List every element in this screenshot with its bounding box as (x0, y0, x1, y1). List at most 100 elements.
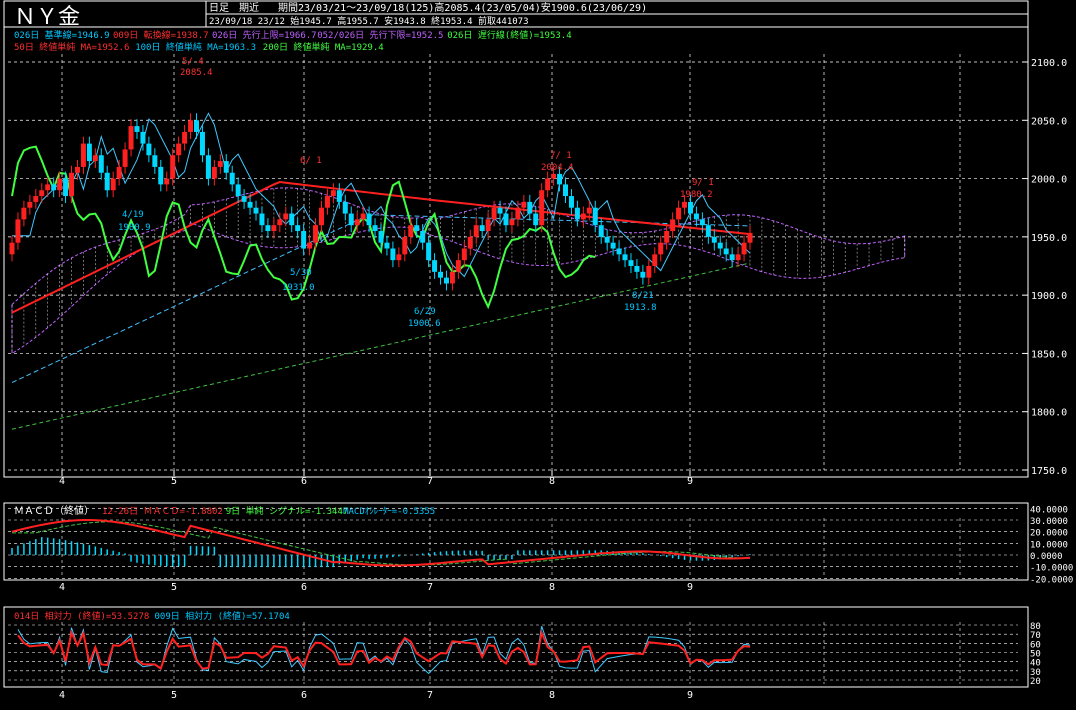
candle-body (283, 213, 289, 220)
candle-body (324, 196, 330, 208)
rsi-axis-label: 20 (1030, 677, 1041, 687)
candle-body (396, 254, 402, 261)
price-label: 1850.0 (1031, 349, 1067, 360)
candle-body (747, 232, 753, 243)
candle-body (515, 207, 521, 220)
candle (426, 235, 432, 268)
candle (301, 224, 307, 256)
candle-body (467, 236, 473, 249)
candle-body (45, 184, 51, 191)
candle-body (223, 161, 229, 173)
price-annotation: 8/21 (632, 291, 654, 301)
candle-body (616, 248, 622, 255)
candle (574, 200, 580, 227)
candle (580, 206, 586, 227)
month-label: 7 (427, 582, 433, 593)
candle (467, 229, 473, 256)
month-label: 9 (687, 476, 693, 487)
price-annotation: 2004.4 (541, 163, 574, 173)
legend-item: 026日 基準線=1946.9 (14, 29, 110, 41)
price-axis: 2100.0 2050.0 2000.0 1950.0 1900.0 1850.0 1800… (1022, 58, 1067, 477)
month-label: 4 (59, 582, 65, 593)
candle (664, 224, 670, 250)
price-annotation: 1980.9 (118, 223, 151, 233)
macd-axis-label: 0.0000 (1030, 552, 1063, 562)
price-annotation: 5/30 (290, 268, 312, 278)
candle (176, 136, 182, 163)
candle-body (723, 248, 729, 255)
rsi-grid (8, 622, 1018, 684)
candle (235, 177, 241, 204)
candle-body (69, 172, 75, 197)
candle-body (21, 207, 27, 220)
candle-body (152, 155, 158, 167)
candle-body (634, 266, 640, 272)
candle-body (229, 172, 235, 185)
candle (384, 235, 390, 256)
candle (461, 241, 467, 268)
candle (205, 148, 211, 186)
candle (223, 154, 229, 180)
macd-grid (8, 508, 1018, 579)
candle-body (384, 242, 390, 249)
candle-body (741, 242, 747, 255)
candle-body (318, 207, 324, 226)
candle-body (15, 219, 21, 243)
candle-body (354, 219, 360, 226)
price-annotation: 7/ 1 (550, 151, 572, 161)
candle-body (194, 120, 199, 132)
candle-body (610, 242, 616, 249)
candle-body (545, 178, 551, 191)
candle-body (360, 213, 366, 220)
candle-body (247, 201, 253, 208)
candle-body (342, 201, 348, 214)
macd-axis-label: -20.0000 (1030, 575, 1073, 585)
legend-item: 026日 遅行線(終値)=1953.4 (447, 29, 571, 41)
month-label: 4 (59, 690, 65, 701)
month-label: 6 (301, 476, 307, 487)
candle-body (80, 143, 86, 167)
macd-lines (11, 519, 751, 567)
candle-body (598, 225, 604, 237)
candle-body (640, 271, 646, 278)
candle-body (586, 207, 592, 214)
candle-body (140, 131, 146, 144)
candle-body (461, 248, 467, 261)
legend-item: MACDｵｼﾚｰﾀｰ=-0.5355 (343, 506, 435, 517)
month-label: 5 (171, 582, 177, 593)
macd-axis-label: 30.0000 (1030, 517, 1068, 527)
month-label: 6 (301, 582, 307, 593)
candle-body (176, 143, 182, 156)
candle (735, 247, 741, 268)
candle-body (390, 248, 396, 261)
candle (116, 159, 122, 186)
candle (670, 212, 676, 239)
candle-body (551, 173, 557, 179)
candle-body (432, 260, 438, 272)
candle-body (104, 172, 110, 191)
candle (402, 229, 408, 262)
candle-body (170, 155, 176, 179)
candle (652, 247, 658, 273)
candle-body (122, 149, 128, 167)
rsi9-line (17, 626, 751, 675)
candle (592, 200, 598, 233)
candle (539, 183, 545, 233)
candle (676, 200, 682, 227)
candle-body (729, 254, 735, 261)
candle-body (116, 166, 122, 179)
candle (158, 159, 164, 192)
candle (432, 253, 438, 279)
macd-legend: 12-26日 ＭＡＣＤ=-1.8802 9日 単純 シグナル=-1.3447MAC… (102, 505, 435, 517)
candle-body (259, 213, 265, 226)
candle (348, 206, 354, 233)
price-label: 1750.0 (1031, 466, 1067, 477)
price-panel (3, 26, 1029, 478)
candle-body (449, 271, 455, 284)
candle-body (693, 213, 699, 220)
candle-body (711, 236, 717, 243)
candle-body (110, 178, 116, 191)
candle-body (420, 231, 426, 243)
legend-item: 9日 単純 シグナル=-1.3447 (226, 505, 349, 517)
candle (330, 183, 336, 204)
